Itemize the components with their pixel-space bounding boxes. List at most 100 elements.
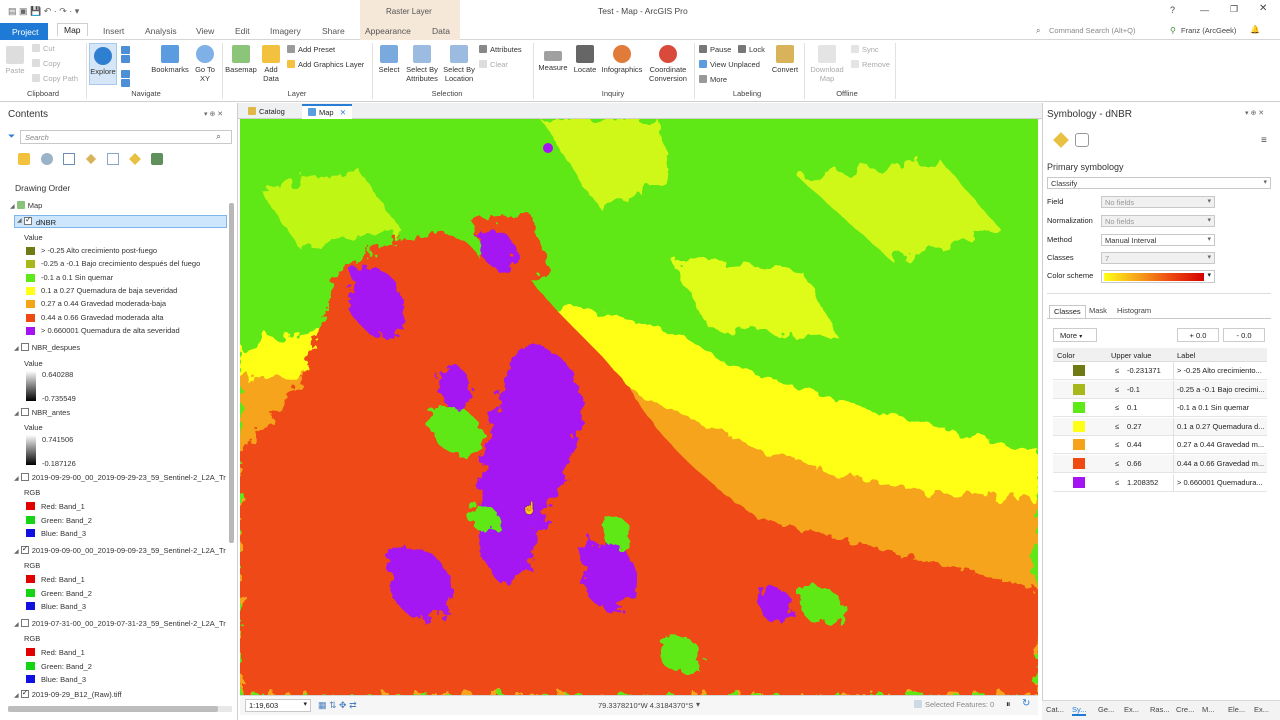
refresh-icon[interactable]: ↻ xyxy=(1022,698,1030,709)
perspective-icon[interactable] xyxy=(151,153,163,165)
layer-dnbr[interactable]: ◢ dNBR xyxy=(14,215,227,228)
menu-icon[interactable]: ≡ xyxy=(1261,135,1267,146)
bottom-tab[interactable]: Ele... xyxy=(1228,705,1245,714)
class-color-swatch[interactable] xyxy=(1073,383,1085,395)
view-unplaced-button[interactable]: View Unplaced xyxy=(699,60,760,69)
select-by-location-button[interactable]: Select By Location xyxy=(441,45,477,83)
class-row[interactable]: ≤1.208352 > 0.660001 Quemadura... xyxy=(1053,473,1267,492)
download-map-button[interactable]: Download Map xyxy=(808,45,846,83)
class-label[interactable]: 0.1 a 0.27 Quemadura d... xyxy=(1177,422,1265,431)
class-label[interactable]: > -0.25 Alto crecimiento... xyxy=(1177,366,1262,375)
class-row[interactable]: ≤ -0.1 -0.25 a -0.1 Bajo crecimi... xyxy=(1053,380,1267,399)
rgb-layer-item[interactable]: ◢ 2019-09-09-00_00_2019-09-09-23_59_Sent… xyxy=(14,544,226,555)
zoom-tools[interactable] xyxy=(121,46,143,87)
copy-button[interactable]: Copy xyxy=(32,59,61,68)
measure-button[interactable]: Measure xyxy=(537,45,569,72)
tab-appearance[interactable]: Appearance xyxy=(365,26,411,36)
convert-button[interactable]: Convert xyxy=(770,45,800,74)
tab-data[interactable]: Data xyxy=(432,26,450,36)
collapse-icon[interactable]: ◢ xyxy=(14,476,19,482)
pause-drawing-icon[interactable]: ⏸ xyxy=(1006,699,1011,710)
contents-scrollbar[interactable] xyxy=(229,203,234,543)
class-color-swatch[interactable] xyxy=(1073,365,1085,376)
select-by-attributes-button[interactable]: Select By Attributes xyxy=(404,45,440,83)
legend-swatch[interactable]: #a413f2 xyxy=(26,326,35,335)
bottom-tab[interactable]: Ex... xyxy=(1124,705,1139,714)
help-button[interactable]: ? xyxy=(1170,5,1175,15)
dnbr-legend-item[interactable]: #ffff18 0.1 a 0.27 Quemadura de baja seve… xyxy=(26,286,177,295)
class-row[interactable]: ≤0.66 0.44 a 0.66 Gravedad m... xyxy=(1053,455,1267,473)
notification-icon[interactable]: 🔔 xyxy=(1250,25,1260,34)
decrease-precision-button[interactable]: - 0.0 xyxy=(1223,328,1265,342)
command-search-input[interactable]: Command Search (Alt+Q) xyxy=(1049,26,1136,35)
vary-symbology-icon[interactable] xyxy=(1075,133,1089,147)
cut-button[interactable]: Cut xyxy=(32,44,55,53)
navigation-tools-icon[interactable]: ▦ ⇅ ✥ ⇄ xyxy=(318,700,357,711)
bottom-tab[interactable]: Cre... xyxy=(1176,705,1194,714)
legend-swatch[interactable]: #5eea16 xyxy=(26,273,35,282)
class-row[interactable]: ≤0.44 0.27 a 0.44 Gravedad m... xyxy=(1053,436,1267,455)
layer-dnbr-checkbox[interactable] xyxy=(24,215,32,225)
class-upper-value[interactable]: -0.1 xyxy=(1127,385,1140,394)
snapping-icon[interactable] xyxy=(107,153,119,165)
tab-mask[interactable]: Mask xyxy=(1085,305,1111,318)
bottom-tab[interactable]: Sy... xyxy=(1072,705,1087,716)
legend-swatch[interactable]: #a8b81a xyxy=(26,260,35,269)
class-upper-value[interactable]: 0.44 xyxy=(1127,440,1142,449)
normalization-dropdown[interactable]: No fields xyxy=(1101,215,1215,227)
tab-histogram[interactable]: Histogram xyxy=(1113,305,1155,318)
remove-button[interactable]: Remove xyxy=(851,60,890,69)
bookmarks-button[interactable]: Bookmarks xyxy=(150,45,190,74)
more-button[interactable]: More ▾ xyxy=(1053,328,1097,342)
tab-imagery[interactable]: Imagery xyxy=(270,26,301,36)
legend-swatch[interactable]: #f5a41a xyxy=(26,300,35,309)
color-scheme-dropdown[interactable]: ▾ xyxy=(1101,270,1215,283)
layer-nbr-despues-checkbox[interactable] xyxy=(20,343,29,351)
layer-checkbox[interactable] xyxy=(20,473,29,481)
map-view[interactable]: ☝ xyxy=(240,119,1038,695)
class-label[interactable]: 0.27 a 0.44 Gravedad m... xyxy=(1177,440,1264,449)
locate-button[interactable]: Locate xyxy=(571,45,599,74)
tab-map[interactable]: Map xyxy=(57,23,88,36)
tab-project[interactable]: Project xyxy=(0,23,48,40)
pause-labeling-button[interactable]: Pause xyxy=(699,45,731,54)
map-tree-item[interactable]: ◢ Map xyxy=(10,201,42,210)
bottom-tab[interactable]: Cat... xyxy=(1046,705,1064,714)
layer-checkbox[interactable] xyxy=(20,544,29,554)
restore-button[interactable]: ❐ xyxy=(1230,4,1238,15)
class-color-swatch[interactable] xyxy=(1073,402,1085,414)
tab-catalog[interactable]: Catalog xyxy=(244,105,289,118)
layer-nbr-antes[interactable]: ◢ NBR_antes xyxy=(14,408,70,417)
class-color-swatch[interactable] xyxy=(1073,476,1085,488)
legend-swatch[interactable]: #ee4a12 xyxy=(26,313,35,322)
layer-nbr-antes-checkbox[interactable] xyxy=(20,408,29,416)
tab-map-view[interactable]: Map ✕ xyxy=(302,104,352,119)
data-source-icon[interactable] xyxy=(41,153,53,165)
classes-dropdown[interactable]: 7 xyxy=(1101,252,1215,264)
class-label[interactable]: -0.1 a 0.1 Sin quemar xyxy=(1177,403,1249,412)
class-upper-value[interactable]: -0.231371 xyxy=(1127,366,1161,375)
quick-access-toolbar[interactable]: ▤ ▣ 💾 ↶ · ↷ · ▾ xyxy=(8,6,79,17)
increase-precision-button[interactable]: + 0.0 xyxy=(1177,328,1219,342)
selected-features-count[interactable]: Selected Features: 0 xyxy=(914,700,994,709)
close-button[interactable]: ✕ xyxy=(1259,3,1267,14)
editing-icon[interactable] xyxy=(85,153,97,165)
rgb-layer-item[interactable]: ◢ 2019-09-29-00_00_2019-09-29-23_59_Sent… xyxy=(14,473,226,482)
bottom-tab[interactable]: Ge... xyxy=(1098,705,1114,714)
legend-swatch[interactable]: #6f7a14 xyxy=(26,247,35,255)
dnbr-legend-item[interactable]: #a413f2 > 0.660001 Quemadura de alta seve… xyxy=(26,326,180,335)
rgb-layer-item[interactable]: ◢ 2019-07-31-00_00_2019-07-31-23_59_Sent… xyxy=(14,619,226,628)
tab-edit[interactable]: Edit xyxy=(235,26,250,36)
class-upper-value[interactable]: 0.27 xyxy=(1127,422,1142,431)
class-color-swatch[interactable] xyxy=(1073,458,1085,469)
layer-checkbox[interactable] xyxy=(20,619,29,627)
infographics-button[interactable]: Infographics xyxy=(600,45,644,74)
search-input[interactable]: Search ⌕ xyxy=(20,130,232,144)
bottom-tab[interactable]: Ras... xyxy=(1150,705,1170,714)
tab-classes[interactable]: Classes xyxy=(1049,305,1086,318)
lock-labeling-button[interactable]: Lock xyxy=(738,45,765,54)
filter-icon[interactable]: ⏷ xyxy=(8,131,15,142)
go-to-xy-button[interactable]: Go To XY xyxy=(194,45,216,83)
symbology-method-dropdown[interactable]: Classify xyxy=(1047,177,1271,189)
class-upper-value[interactable]: 0.66 xyxy=(1127,459,1142,468)
